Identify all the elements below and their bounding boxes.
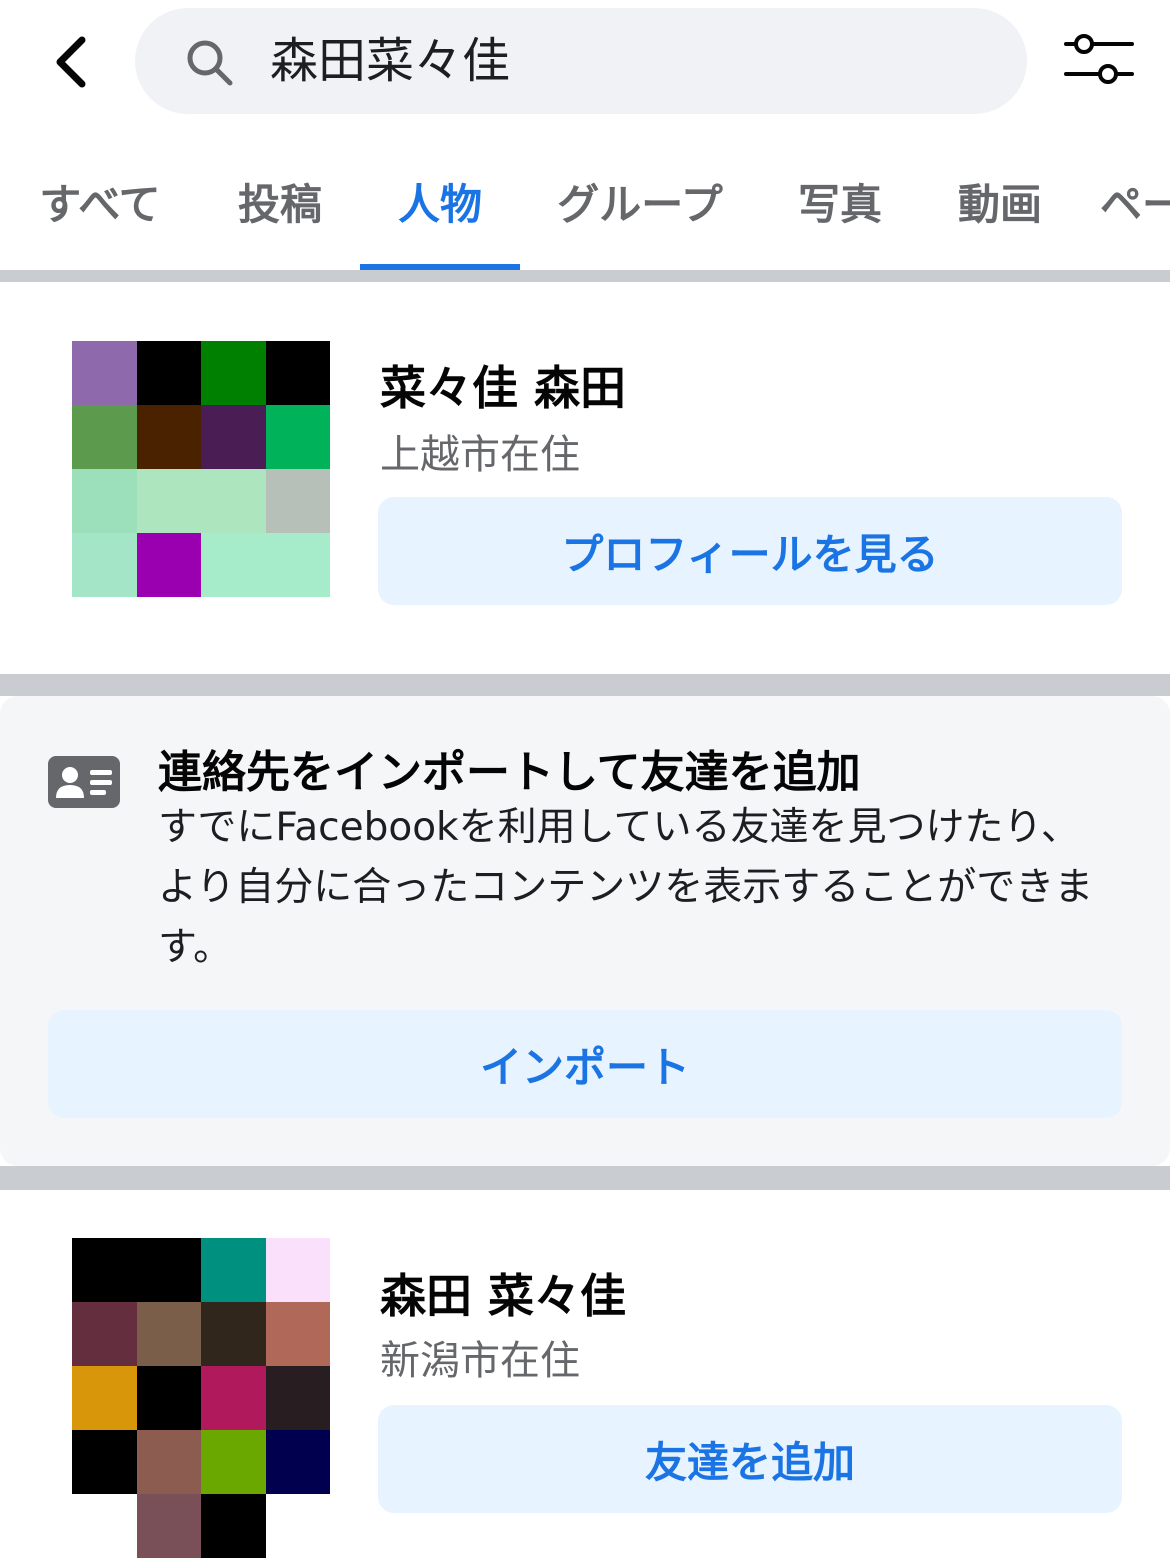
avatar-pixel [72, 533, 137, 597]
avatar-pixel [72, 469, 137, 533]
avatar-pixel [136, 1238, 201, 1302]
back-button[interactable] [40, 24, 104, 100]
avatar-pixel [265, 405, 330, 469]
avatar-pixel [72, 405, 137, 469]
avatar[interactable] [72, 341, 330, 597]
chevron-left-icon [56, 36, 86, 88]
person-result[interactable]: 菜々佳 森田 上越市在住 プロフィールを見る [0, 282, 1170, 674]
avatar-pixel [136, 1494, 201, 1558]
contact-card-icon [48, 756, 120, 808]
avatar-pixel [72, 1494, 137, 1558]
avatar-pixel [201, 405, 266, 469]
avatar-pixel [136, 1430, 201, 1494]
avatar-pixel [72, 1366, 137, 1430]
avatar-pixel [201, 341, 266, 405]
person-location: 新潟市在住 [380, 1338, 580, 1384]
avatar-pixel [265, 533, 330, 597]
add-friend-button[interactable]: 友達を追加 [378, 1405, 1122, 1513]
sliders-icon[interactable] [1060, 28, 1140, 92]
avatar-pixel [201, 1430, 266, 1494]
avatar-pixel [136, 533, 201, 597]
tab-videos[interactable]: 動画 [920, 130, 1080, 272]
avatar-pixel [136, 469, 201, 533]
avatar-pixel [201, 1302, 266, 1366]
person-name[interactable]: 森田 菜々佳 [380, 1260, 626, 1326]
avatar-pixel [265, 341, 330, 405]
avatar-pixel [265, 1302, 330, 1366]
search-input[interactable] [270, 8, 870, 114]
avatar-pixel [201, 1366, 266, 1430]
tab-pages[interactable]: ペー [1100, 130, 1170, 272]
tab-photos[interactable]: 写真 [760, 130, 920, 272]
avatar-pixel [72, 1238, 137, 1302]
avatar-pixel [136, 405, 201, 469]
avatar-pixel [72, 1430, 137, 1494]
tab-all[interactable]: すべて [20, 130, 180, 272]
avatar-pixel [136, 1302, 201, 1366]
section-divider [0, 1166, 1170, 1190]
tabs-divider [0, 270, 1170, 282]
tab-posts[interactable]: 投稿 [200, 130, 360, 272]
avatar-pixel [265, 1494, 330, 1558]
avatar-pixel [201, 533, 266, 597]
section-divider [0, 674, 1170, 696]
avatar-pixel [265, 1366, 330, 1430]
person-name[interactable]: 菜々佳 森田 [380, 352, 626, 418]
avatar-pixel [265, 1430, 330, 1494]
search-tabs: すべて 投稿 人物 グループ 写真 動画 ペー [0, 130, 1170, 272]
import-card-description: すでにFacebookを利用している友達を見つけたり、より自分に合ったコンテンツ… [158, 805, 1094, 970]
import-card-title: 連絡先をインポートして友達を追加 [158, 747, 861, 798]
avatar-pixel [201, 1494, 266, 1558]
person-location: 上越市在住 [380, 432, 580, 478]
person-result[interactable]: 森田 菜々佳 新潟市在住 友達を追加 [0, 1190, 1170, 1567]
avatar-pixel [72, 1302, 137, 1366]
avatar-pixel [201, 469, 266, 533]
avatar-pixel [265, 469, 330, 533]
avatar[interactable] [72, 1238, 330, 1558]
tab-groups[interactable]: グループ [540, 130, 740, 272]
avatar-pixel [136, 341, 201, 405]
import-button[interactable]: インポート [48, 1010, 1122, 1118]
search-icon [187, 40, 233, 86]
avatar-pixel [265, 1238, 330, 1302]
avatar-pixel [72, 341, 137, 405]
search-header [0, 0, 1170, 130]
view-profile-button[interactable]: プロフィールを見る [378, 497, 1122, 605]
avatar-pixel [136, 1366, 201, 1430]
tab-people[interactable]: 人物 [360, 130, 520, 272]
avatar-pixel [201, 1238, 266, 1302]
